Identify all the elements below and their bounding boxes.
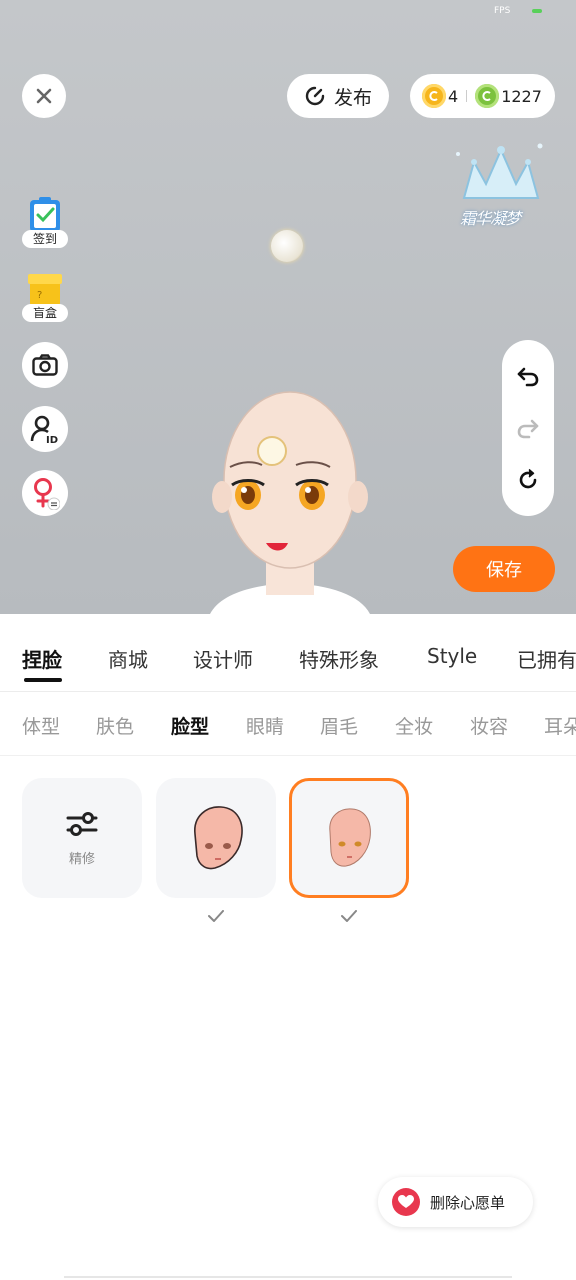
sliders-icon xyxy=(66,811,98,836)
blindbox-button[interactable]: ? 盲盒 xyxy=(22,268,68,322)
light-orb xyxy=(271,230,303,262)
avatar-character xyxy=(210,391,370,614)
refine-label: 精修 xyxy=(68,851,95,867)
reset-icon[interactable] xyxy=(516,468,540,492)
svg-text:ID: ID xyxy=(46,435,58,444)
undo-icon[interactable] xyxy=(516,364,540,388)
close-button[interactable] xyxy=(22,74,66,118)
gift-box-icon: ? xyxy=(22,268,68,308)
check-icon xyxy=(341,910,357,922)
home-indicator xyxy=(64,1276,512,1278)
subtab-makeup[interactable]: 妆容 xyxy=(470,712,508,739)
refine-card[interactable]: 精修 xyxy=(22,778,142,898)
green-coin-count: 1227 xyxy=(501,86,542,106)
female-gender-icon xyxy=(34,478,60,510)
tab-style[interactable]: Style xyxy=(427,644,477,668)
face-shape-option[interactable] xyxy=(156,778,276,898)
tab-shop[interactable]: 商城 xyxy=(108,644,148,673)
subtab-ears[interactable]: 耳朵 xyxy=(544,712,576,739)
camera-button[interactable] xyxy=(22,342,68,388)
save-button[interactable]: 保存 xyxy=(453,546,555,592)
publish-icon xyxy=(305,86,325,106)
fps-indicator xyxy=(532,9,542,13)
face-thumbnail xyxy=(329,808,371,867)
tab-owned[interactable]: 已拥有 xyxy=(517,644,576,673)
face-shape-option-selected[interactable] xyxy=(289,778,409,898)
active-tab-indicator xyxy=(24,678,62,682)
gender-switch-button[interactable] xyxy=(22,470,68,516)
subtab-skin[interactable]: 肤色 xyxy=(96,712,134,739)
history-panel xyxy=(502,340,554,516)
publish-button[interactable]: 发布 xyxy=(287,74,389,118)
currency-display[interactable]: 4 1227 xyxy=(410,74,555,118)
checkin-button[interactable]: 签到 xyxy=(22,194,68,248)
subtab-body[interactable]: 体型 xyxy=(22,712,60,739)
gold-coin-count: 4 xyxy=(448,86,459,106)
currency-divider xyxy=(466,90,468,102)
avatar-preview[interactable]: FPS 发布 4 1227 霜华凝梦 签到 ? 盲盒 ID 保存 xyxy=(0,0,576,614)
camera-icon xyxy=(32,354,58,376)
delete-wishlist-button[interactable]: 删除心愿单 xyxy=(378,1177,533,1227)
gold-coin-icon xyxy=(422,84,446,108)
tab-special-image[interactable]: 特殊形象 xyxy=(299,644,379,673)
tab-designer[interactable]: 设计师 xyxy=(193,644,253,673)
delete-wishlist-label: 删除心愿单 xyxy=(430,1193,506,1212)
green-coin-icon xyxy=(475,84,500,108)
clipboard-icon xyxy=(22,194,68,234)
subtab-eyes[interactable]: 眼睛 xyxy=(246,712,284,739)
subtab-eyebrows[interactable]: 眉毛 xyxy=(320,712,358,739)
sub-tabs: 体型 肤色 脸型 眼睛 眉毛 全妆 妆容 耳朵 xyxy=(0,692,576,756)
svg-text:?: ? xyxy=(37,290,42,301)
blindbox-label: 盲盒 xyxy=(22,304,68,322)
publish-label: 发布 xyxy=(333,86,372,109)
redo-icon[interactable] xyxy=(516,416,540,440)
subtab-full-makeup[interactable]: 全妆 xyxy=(395,712,433,739)
tab-face-edit[interactable]: 捏脸 xyxy=(22,644,62,673)
check-icon xyxy=(208,910,224,922)
user-id-icon: ID xyxy=(30,415,58,444)
heart-icon xyxy=(392,1188,420,1216)
face-thumbnail xyxy=(194,806,243,870)
close-icon xyxy=(36,88,52,104)
avatar-id-button[interactable]: ID xyxy=(22,406,68,452)
fps-label: FPS xyxy=(494,6,511,16)
checkin-label: 签到 xyxy=(22,230,68,248)
screen: FPS 发布 4 1227 霜华凝梦 签到 ? 盲盒 ID 保存 捏脸 商城 设… xyxy=(0,0,576,1280)
main-tabs: 捏脸 商城 设计师 特殊形象 Style 已拥有 xyxy=(0,614,576,692)
subtab-face-shape[interactable]: 脸型 xyxy=(171,712,209,739)
logo-text: 霜华凝梦 xyxy=(460,209,521,228)
